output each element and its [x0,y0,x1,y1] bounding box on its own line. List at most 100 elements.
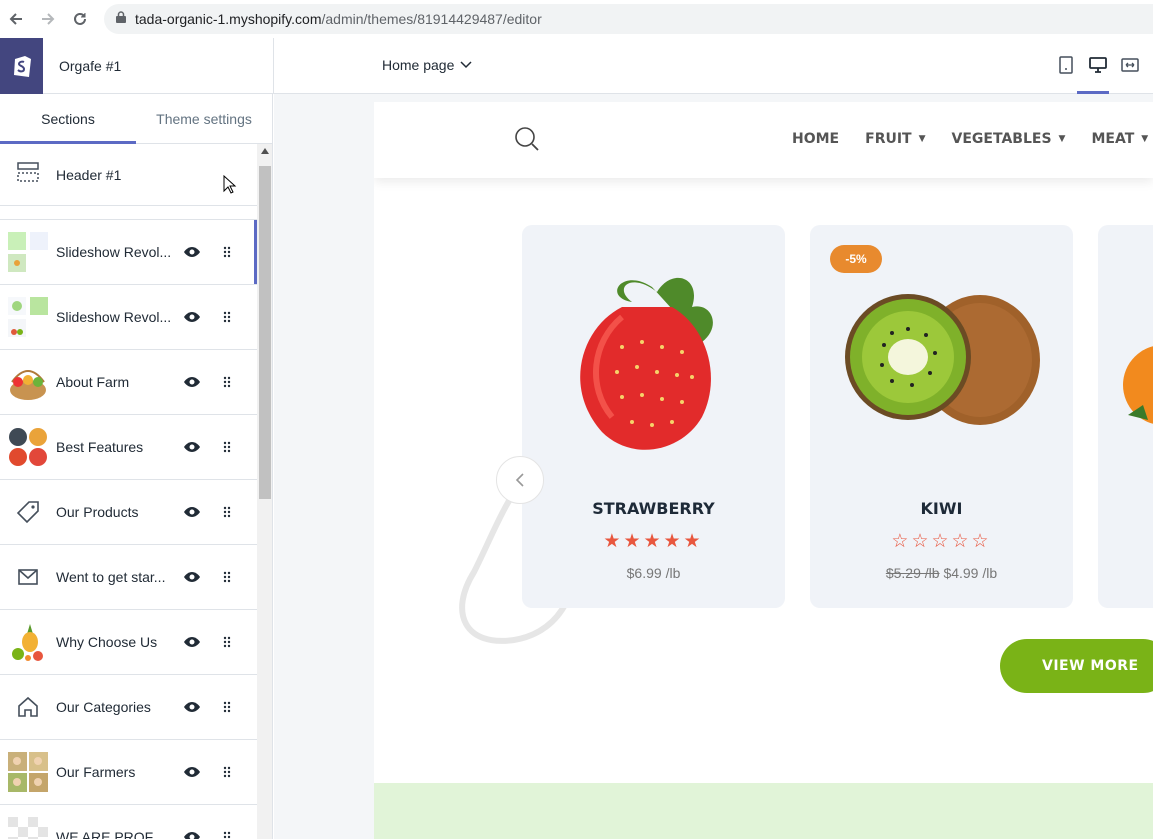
price-value: $4.99 /lb [943,565,998,581]
chevron-left-icon [515,473,524,487]
product-card[interactable] [1098,225,1153,608]
eye-icon[interactable] [182,697,202,717]
sidebar-item-why-choose-us[interactable]: Why Choose Us [0,610,257,675]
url-text: tada-organic-1.myshopify.com/admin/theme… [135,11,542,27]
eye-icon[interactable] [182,762,202,782]
drag-handle-icon[interactable] [222,569,232,585]
drag-handle-icon[interactable] [222,764,232,780]
sidebar-item-our-products[interactable]: Our Products [0,480,257,545]
envelope-icon [8,557,48,597]
storefront-preview: HOME FRUIT ▼ VEGETABLES ▼ MEAT ▼ STRAWBERRY… [374,102,1153,839]
sidebar-item-header[interactable]: Header #1 [0,144,257,206]
section-spacer [0,206,257,220]
browser-toolbar: tada-organic-1.myshopify.com/admin/theme… [0,0,1153,38]
drag-handle-icon[interactable] [222,699,232,715]
view-more-button[interactable]: VIEW MORE [1000,639,1153,693]
sidebar-item-went-to-get-started[interactable]: Went to get star... [0,545,257,610]
eye-icon[interactable] [182,567,202,587]
sidebar-item-label: WE ARE PROFES... [56,829,172,839]
slideshow-thumb [8,232,48,272]
lock-icon [116,10,126,28]
drag-handle-icon[interactable] [222,374,232,390]
tab-sections[interactable]: Sections [0,94,136,144]
reload-icon[interactable] [64,0,96,38]
scrollbar-thumb[interactable] [259,166,271,499]
rating-stars: ☆☆☆☆☆ [891,531,992,552]
sidebar-item-label: About Farm [56,374,130,390]
caret-down-icon: ▼ [1141,134,1149,144]
url-host: tada-organic-1.myshopify.com [135,11,322,27]
page-selector[interactable]: Home page [382,57,472,73]
drag-handle-icon[interactable] [222,634,232,650]
shopify-logo-icon[interactable] [0,38,43,94]
mouse-cursor-icon [223,174,237,194]
sidebar-item-label: Slideshow Revol... [56,244,172,260]
features-thumb [8,427,48,467]
sidebar-item-label: Slideshow Revol... [56,309,172,325]
desktop-icon[interactable] [1089,56,1107,79]
drag-handle-icon[interactable] [222,439,232,455]
sidebar-item-our-categories[interactable]: Our Categories [0,675,257,740]
forward-arrow-icon[interactable] [32,0,64,38]
sections-sidebar: Sections Theme settings Header #1 Slides… [0,94,273,839]
discount-badge: -5% [830,245,882,273]
search-icon[interactable] [514,126,540,157]
menu-item-home[interactable]: HOME [792,131,839,147]
divider [273,38,274,94]
transparent-thumb [8,817,48,839]
sidebar-scrollbar[interactable] [257,144,272,839]
sidebar-item-label: Why Choose Us [56,634,158,650]
sidebar-item-label: Our Categories [56,699,151,715]
sidebar-item-slideshow-1[interactable]: Slideshow Revol... [0,220,257,285]
sidebar-item-we-are-professional[interactable]: WE ARE PROFES... [0,805,257,839]
sidebar-item-label: Our Farmers [56,764,136,780]
menu-item-meat[interactable]: MEAT ▼ [1091,131,1148,147]
menu-item-vegetables[interactable]: VEGETABLES ▼ [952,131,1066,147]
eye-icon[interactable] [182,307,202,327]
fruit-splash-thumb [8,622,48,662]
product-name[interactable]: STRAWBERRY [522,499,785,518]
back-arrow-icon[interactable] [0,0,32,38]
sidebar-item-label: Header #1 [56,166,122,183]
page-selector-label: Home page [382,57,455,73]
drag-handle-icon[interactable] [222,244,232,260]
product-card[interactable]: STRAWBERRY ★★★★★ $6.99 /lb [522,225,785,608]
drag-handle-icon[interactable] [222,829,232,839]
fullscreen-icon[interactable] [1121,56,1139,79]
eye-icon[interactable] [182,242,202,262]
home-icon [8,687,48,727]
farmers-thumb [8,752,48,792]
product-name[interactable]: KIWI [810,499,1073,518]
drag-handle-icon[interactable] [222,504,232,520]
eye-icon[interactable] [182,827,202,839]
product-price: $6.99 /lb [522,565,785,581]
scroll-up-arrow-icon[interactable] [261,148,269,154]
eye-icon[interactable] [182,372,202,392]
eye-icon[interactable] [182,502,202,522]
menu-label: FRUIT [865,131,912,147]
chevron-down-icon [460,61,472,69]
sidebar-item-label: Our Products [56,504,139,520]
sidebar-item-slideshow-2[interactable]: Slideshow Revol... [0,285,257,350]
carousel-prev-button[interactable] [496,456,544,504]
old-price: $5.29 /lb [885,565,940,581]
menu-label: VEGETABLES [951,131,1052,147]
eye-icon[interactable] [182,437,202,457]
slideshow-thumb [8,297,48,337]
mobile-icon[interactable] [1057,56,1075,79]
sidebar-item-about-farm[interactable]: About Farm [0,350,257,415]
drag-handle-icon[interactable] [222,309,232,325]
menu-label: MEAT [1091,131,1135,147]
strawberry-image [580,277,713,450]
product-card[interactable]: -5% KIWI ☆☆☆☆☆ $5.29 /lb $4.99 /lb [810,225,1073,608]
sidebar-item-our-farmers[interactable]: Our Farmers [0,740,257,805]
sidebar-item-label: Went to get star... [56,569,166,585]
eye-icon[interactable] [182,632,202,652]
orange-image [1123,346,1153,424]
url-path: /admin/themes/81914429487/editor [321,11,542,27]
tab-theme-settings[interactable]: Theme settings [136,94,272,143]
address-bar[interactable]: tada-organic-1.myshopify.com/admin/theme… [104,4,1153,34]
menu-item-fruit[interactable]: FRUIT ▼ [865,131,925,147]
next-section-strip [374,783,1153,839]
sidebar-item-best-features[interactable]: Best Features [0,415,257,480]
